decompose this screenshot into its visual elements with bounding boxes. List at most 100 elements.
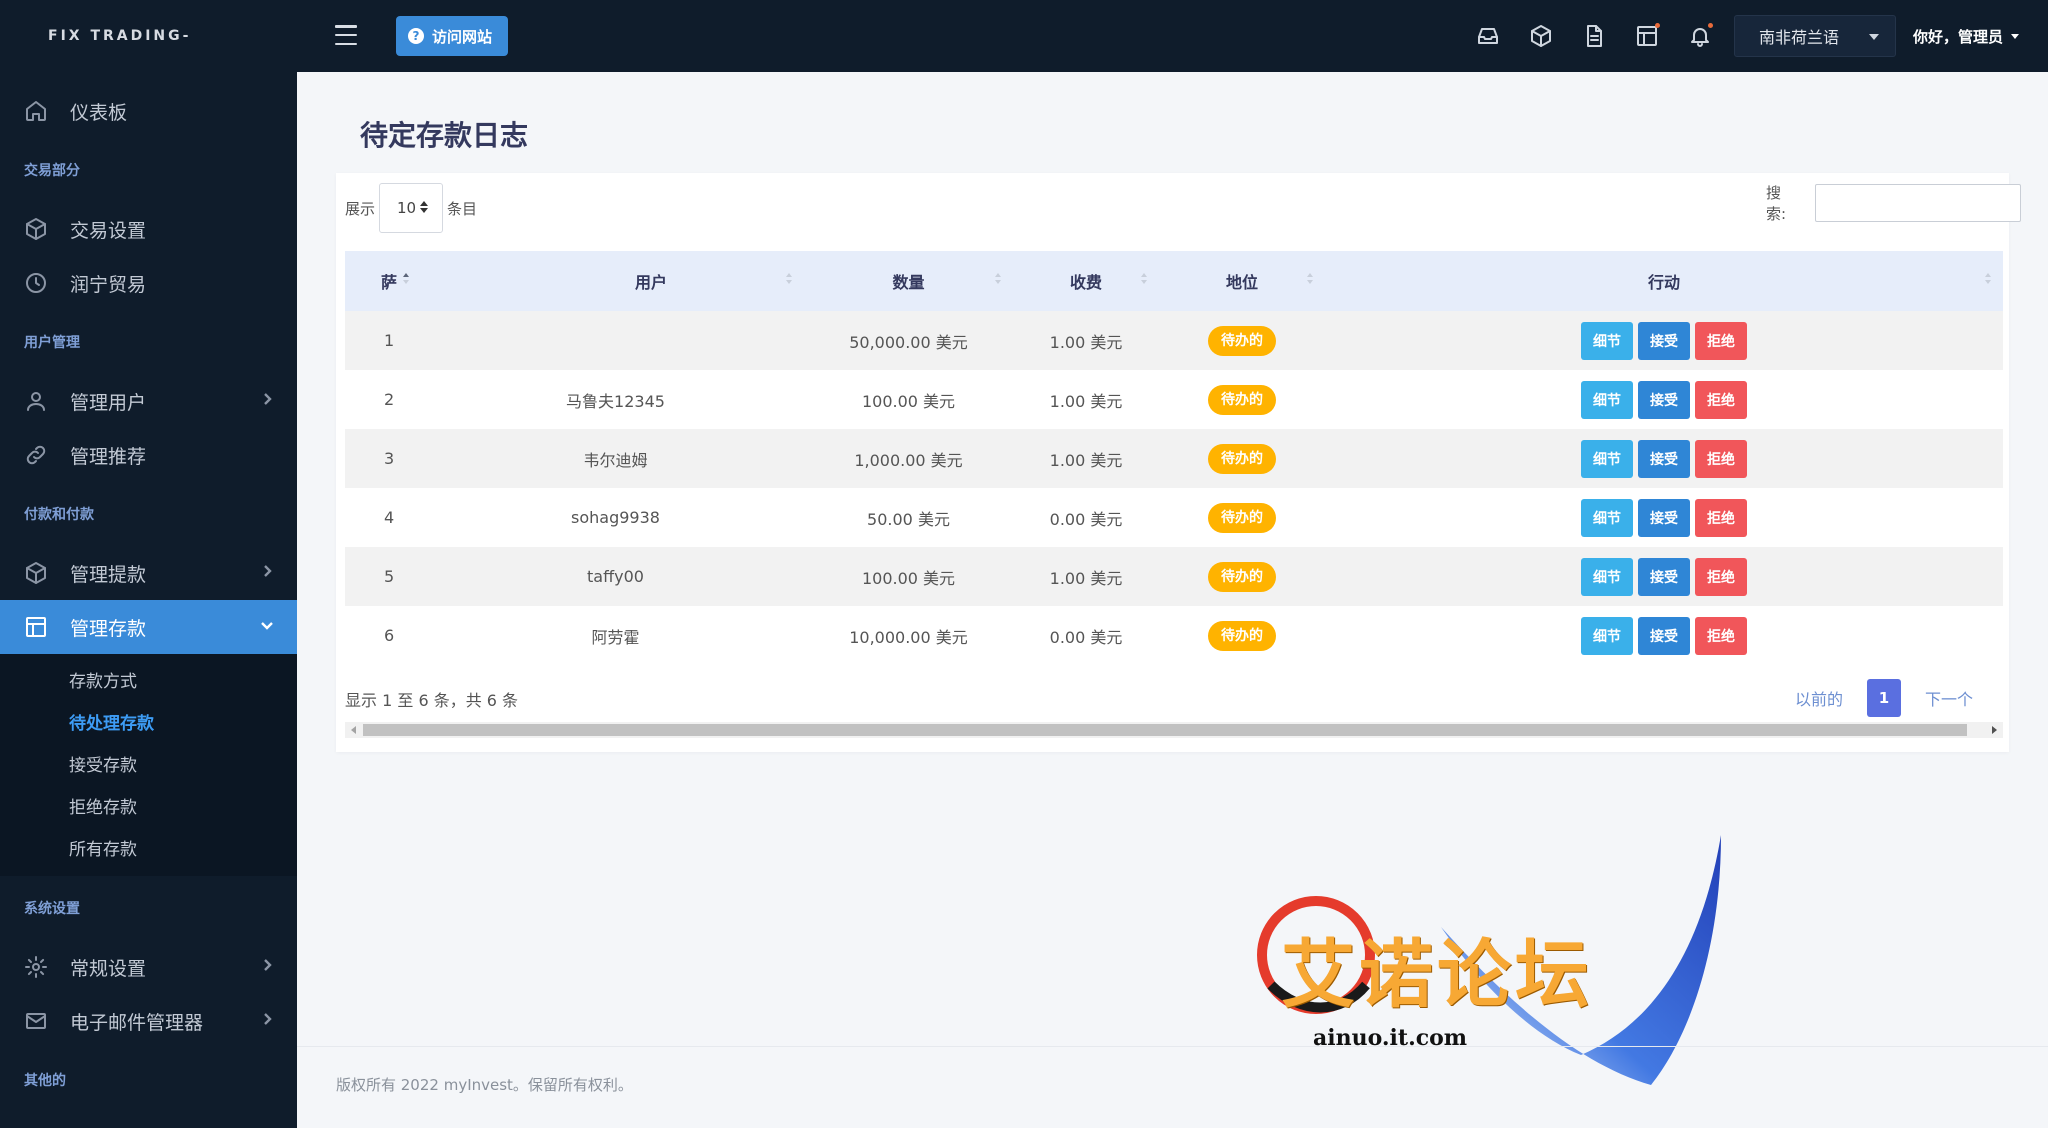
pagination-next[interactable]: 下一个 xyxy=(1925,686,1973,710)
column-header-status[interactable]: 地位 xyxy=(1159,251,1325,311)
horizontal-scrollbar[interactable] xyxy=(345,722,2003,738)
sidebar: FIX TRADING- 仪表板 交易部分 交易设置 润宁贸易 用户管理 管理用… xyxy=(0,0,297,1128)
detail-button[interactable]: 细节 xyxy=(1581,439,1633,478)
file-icon[interactable] xyxy=(1580,22,1608,50)
sidebar-item-general-settings[interactable]: 常规设置 xyxy=(0,940,297,994)
accept-button[interactable]: 接受 xyxy=(1638,380,1690,419)
column-header-user[interactable]: 用户 xyxy=(427,251,804,311)
sidebar-item-manage-users[interactable]: 管理用户 xyxy=(0,374,297,428)
topbar: ? 访问网站 南非荷兰语 你好，管理员 xyxy=(297,0,2048,72)
column-header-fee[interactable]: 收费 xyxy=(1013,251,1159,311)
cell-status: 待办的 xyxy=(1159,547,1325,606)
column-header-label: 数量 xyxy=(892,273,925,292)
accept-button[interactable]: 接受 xyxy=(1638,616,1690,655)
chevron-down-icon xyxy=(259,616,275,638)
search-input[interactable] xyxy=(1814,184,2022,222)
submenu-deposit-methods[interactable]: 存款方式 xyxy=(0,658,297,700)
reject-button[interactable]: 拒绝 xyxy=(1695,557,1747,596)
sidebar-item-label: 管理提款 xyxy=(70,563,147,586)
accept-button[interactable]: 接受 xyxy=(1638,439,1690,478)
column-header-label: 用户 xyxy=(635,273,668,292)
cell-sn: 3 xyxy=(384,449,395,468)
cell-user: sohag9938 xyxy=(571,508,660,527)
accept-button[interactable]: 接受 xyxy=(1638,557,1690,596)
cell-actions: 细节 接受 拒绝 xyxy=(1325,547,2003,606)
scrollbar-thumb[interactable] xyxy=(363,724,1967,736)
gear-icon xyxy=(24,955,48,979)
chevron-right-icon xyxy=(259,1010,275,1032)
visit-site-label: 访问网站 xyxy=(432,27,493,46)
user-menu[interactable]: 你好，管理员 xyxy=(1913,26,2020,47)
language-value: 南非荷兰语 xyxy=(1759,28,1840,47)
sort-icon xyxy=(1985,273,1991,284)
submenu-pending-deposits[interactable]: 待处理存款 xyxy=(0,700,297,742)
cube-icon xyxy=(24,561,48,585)
cell-user: 阿劳霍 xyxy=(591,627,640,647)
accept-button[interactable]: 接受 xyxy=(1638,498,1690,537)
cell-sn: 1 xyxy=(384,331,395,350)
sidebar-section-payments: 付款和付款 xyxy=(24,507,94,523)
detail-button[interactable]: 细节 xyxy=(1581,380,1633,419)
inbox-icon[interactable] xyxy=(1474,22,1502,50)
reject-button[interactable]: 拒绝 xyxy=(1695,439,1747,478)
sidebar-item-manage-withdrawals[interactable]: 管理提款 xyxy=(0,546,297,600)
cell-actions: 细节 接受 拒绝 xyxy=(1325,311,2003,370)
column-header-label: 萨 xyxy=(381,273,398,292)
sidebar-item-manage-referrals[interactable]: 管理推荐 xyxy=(0,428,297,482)
sidebar-section-users: 用户管理 xyxy=(24,335,80,351)
status-badge: 待办的 xyxy=(1208,620,1276,651)
pagination-previous[interactable]: 以前的 xyxy=(1795,686,1843,710)
layout-icon[interactable] xyxy=(1633,22,1661,50)
status-badge: 待办的 xyxy=(1208,443,1276,474)
sidebar-item-label: 仪表板 xyxy=(70,101,128,124)
column-header-sn[interactable]: 萨 xyxy=(345,251,427,311)
caret-down-icon xyxy=(1869,34,1879,40)
reject-button[interactable]: 拒绝 xyxy=(1695,321,1747,360)
submenu-rejected-deposits[interactable]: 拒绝存款 xyxy=(0,784,297,826)
table-row: 4 sohag9938 50.00 美元 0.00 美元 待办的 细节 接受 拒绝 xyxy=(345,488,2003,547)
language-select[interactable]: 南非荷兰语 xyxy=(1734,15,1896,57)
reject-button[interactable]: 拒绝 xyxy=(1695,498,1747,537)
detail-button[interactable]: 细节 xyxy=(1581,557,1633,596)
reject-button[interactable]: 拒绝 xyxy=(1695,616,1747,655)
submenu-all-deposits[interactable]: 所有存款 xyxy=(0,826,297,868)
mail-icon xyxy=(24,1009,48,1033)
sidebar-item-email-manager[interactable]: 电子邮件管理器 xyxy=(0,994,297,1048)
chevron-right-icon xyxy=(259,562,275,584)
deposit-submenu: 存款方式 待处理存款 接受存款 拒绝存款 所有存款 xyxy=(0,654,297,876)
column-header-label: 行动 xyxy=(1647,273,1680,292)
cell-sn: 4 xyxy=(384,508,395,527)
scroll-right-icon[interactable] xyxy=(1992,726,1997,734)
sidebar-item-runing-trade[interactable]: 润宁贸易 xyxy=(0,256,297,310)
visit-site-button[interactable]: ? 访问网站 xyxy=(396,16,509,56)
status-badge: 待办的 xyxy=(1208,384,1276,415)
column-header-action[interactable]: 行动 xyxy=(1325,251,2003,311)
sidebar-item-trade-settings[interactable]: 交易设置 xyxy=(0,202,297,256)
reject-button[interactable]: 拒绝 xyxy=(1695,380,1747,419)
cell-status: 待办的 xyxy=(1159,488,1325,547)
detail-button[interactable]: 细节 xyxy=(1581,321,1633,360)
brand-logo[interactable]: FIX TRADING- xyxy=(0,0,297,72)
menu-toggle-icon[interactable] xyxy=(335,25,357,45)
search-control: 搜索: xyxy=(1766,182,2022,224)
detail-button[interactable]: 细节 xyxy=(1581,616,1633,655)
accept-button[interactable]: 接受 xyxy=(1638,321,1690,360)
cell-fee: 1.00 美元 xyxy=(1049,332,1123,352)
cell-user xyxy=(427,311,804,370)
detail-button[interactable]: 细节 xyxy=(1581,498,1633,537)
sidebar-item-dashboard[interactable]: 仪表板 xyxy=(0,84,297,138)
watermark-url: ainuo.it.com xyxy=(1313,1025,1468,1051)
bell-icon[interactable] xyxy=(1686,22,1714,50)
pagination: 以前的 1 下一个 xyxy=(1795,679,1973,717)
pagination-page[interactable]: 1 xyxy=(1867,679,1902,717)
deposits-table: 萨 用户 数量 收费 地位 行动 1 50,000.00 美元 1.00 美元 … xyxy=(345,251,2003,665)
cell-user: taffy00 xyxy=(587,567,644,586)
table-body: 1 50,000.00 美元 1.00 美元 待办的 细节 接受 拒绝 2 马鲁夫1… xyxy=(345,311,2003,665)
scroll-left-icon[interactable] xyxy=(351,726,356,734)
cell-amount: 10,000.00 美元 xyxy=(849,627,968,647)
box-icon[interactable] xyxy=(1527,22,1555,50)
column-header-amount[interactable]: 数量 xyxy=(804,251,1013,311)
entries-length-select[interactable]: 10 xyxy=(379,183,444,233)
sidebar-item-manage-deposits[interactable]: 管理存款 xyxy=(0,600,297,654)
submenu-accepted-deposits[interactable]: 接受存款 xyxy=(0,742,297,784)
